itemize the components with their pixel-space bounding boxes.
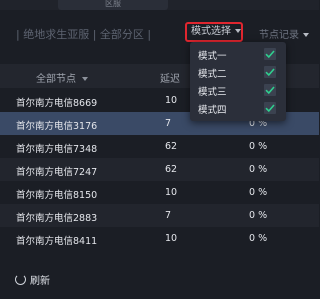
mode-option-label: 模式三 [198,87,227,98]
refresh-button[interactable]: 刷新 [15,272,50,287]
node-loss: 0 % [249,210,268,221]
node-latency: 10 [165,187,178,198]
chevron-down-icon [235,29,241,33]
server-tab[interactable]: 区服 [58,0,168,10]
node-loss: 0 % [249,233,268,244]
node-record-label: 节点记录 [259,30,299,41]
mode-option[interactable]: 模式四 [190,99,286,117]
node-loss: 0 % [249,164,268,175]
node-latency: 62 [165,141,178,152]
mode-select-label: 模式选择 [191,26,231,37]
node-name: 首尔南方电信8669 [16,98,98,109]
mode-checkbox[interactable] [264,66,276,78]
latency-column-header[interactable]: 延迟 [160,70,180,85]
check-icon [265,68,275,77]
node-latency: 62 [165,164,178,175]
mode-option-label: 模式二 [198,69,227,80]
table-row[interactable]: 首尔南方电信8150 10 0 % [0,181,319,204]
node-name: 首尔南方电信3176 [16,121,98,132]
nodes-column-header[interactable]: 全部节点 [36,70,88,85]
node-latency: 10 [165,95,178,106]
check-icon [265,104,275,113]
node-name: 首尔南方电信2883 [16,213,98,224]
table-row[interactable]: 首尔南方电信7247 62 0 % [0,158,319,181]
table-row[interactable]: 首尔南方电信7348 62 0 % [0,135,319,158]
mode-option[interactable]: 模式二 [190,63,286,81]
nodes-header-label: 全部节点 [36,74,76,85]
mode-option[interactable]: 模式三 [190,81,286,99]
table-row[interactable]: 首尔南方电信8411 10 0 % [0,227,319,250]
refresh-icon [15,274,26,285]
node-loss: 0 % [249,141,268,152]
node-record-button[interactable]: 节点记录 [259,26,309,41]
mode-option-label: 模式四 [198,105,227,116]
node-latency: 7 [165,210,172,221]
table-row[interactable]: 首尔南方电信2883 7 0 % [0,204,319,227]
node-name: 首尔南方电信7247 [16,167,98,178]
mode-dropdown-menu: 模式一 模式二 模式三 模式四 [190,42,286,121]
chevron-down-icon [82,77,88,81]
mode-checkbox[interactable] [264,102,276,114]
node-latency: 7 [165,118,172,129]
check-icon [265,50,275,59]
node-loss: 0 % [249,187,268,198]
refresh-label: 刷新 [30,276,50,287]
mode-select-button[interactable]: 模式选择 [185,22,243,42]
node-latency: 10 [165,233,178,244]
check-icon [265,86,275,95]
breadcrumb[interactable]: | 绝地求生亚服 | 全部分区 | [16,26,151,42]
mode-option-label: 模式一 [198,51,227,62]
mode-checkbox[interactable] [264,84,276,96]
node-name: 首尔南方电信8150 [16,190,98,201]
chevron-down-icon [303,33,309,37]
node-name: 首尔南方电信8411 [16,236,98,247]
mode-checkbox[interactable] [264,48,276,60]
top-strip: 区服 [0,0,319,10]
node-name: 首尔南方电信7348 [16,144,98,155]
mode-option[interactable]: 模式一 [190,45,286,63]
